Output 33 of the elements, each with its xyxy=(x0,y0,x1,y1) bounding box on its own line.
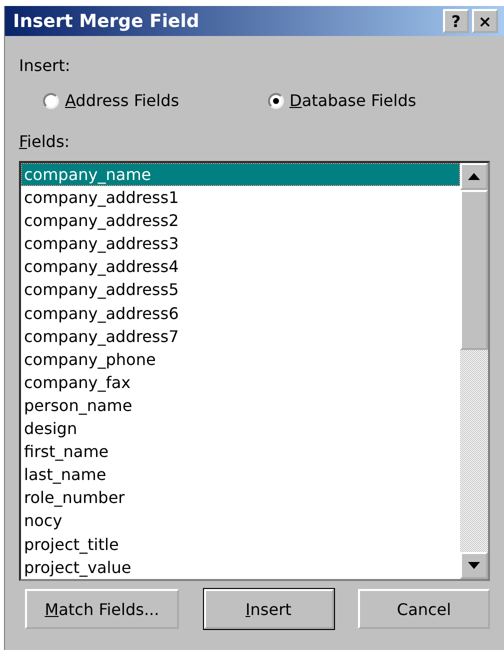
list-item[interactable]: company_address3 xyxy=(21,232,460,256)
list-item[interactable]: last_name xyxy=(21,463,460,486)
help-button[interactable]: ? xyxy=(443,9,469,33)
radio-label[interactable]: Database Fields xyxy=(290,91,416,110)
list-item[interactable]: first_name xyxy=(21,440,460,464)
list-item[interactable]: company_address2 xyxy=(21,209,460,232)
list-item[interactable]: company_name xyxy=(21,163,460,186)
list-item[interactable]: person_name xyxy=(21,394,460,418)
list-item[interactable]: company_fax xyxy=(21,370,460,394)
close-button[interactable]: × xyxy=(472,9,498,33)
dialog-button[interactable]: Insert xyxy=(204,589,334,629)
list-item[interactable]: role_number xyxy=(21,486,460,510)
list-item[interactable]: company_phone xyxy=(21,348,460,371)
window-title: Insert Merge Field xyxy=(13,10,200,32)
list-item[interactable]: project_title xyxy=(21,532,460,556)
list-item[interactable]: company_address5 xyxy=(21,278,460,302)
list-item[interactable]: company_address7 xyxy=(21,324,460,348)
fields-label: Fields: xyxy=(19,132,71,151)
scroll-down-icon xyxy=(468,562,480,569)
list-item[interactable]: design xyxy=(21,417,460,440)
list-item[interactable]: nocy xyxy=(21,509,460,532)
radio-button[interactable] xyxy=(268,92,284,108)
list-item[interactable]: company_address1 xyxy=(21,186,460,210)
insert-label: Insert: xyxy=(19,56,72,75)
list-item[interactable]: project_value xyxy=(21,556,460,579)
radio-button[interactable] xyxy=(43,92,59,108)
scroll-bar[interactable] xyxy=(460,163,488,579)
list-item[interactable]: company_address6 xyxy=(21,302,460,325)
radio-label[interactable]: Address Fields xyxy=(65,91,180,110)
scroll-up-icon xyxy=(468,173,480,180)
list-item[interactable]: company_address4 xyxy=(21,255,460,278)
dialog-button[interactable]: Cancel xyxy=(358,589,490,629)
dialog-button[interactable]: Match Fields... xyxy=(25,589,179,629)
